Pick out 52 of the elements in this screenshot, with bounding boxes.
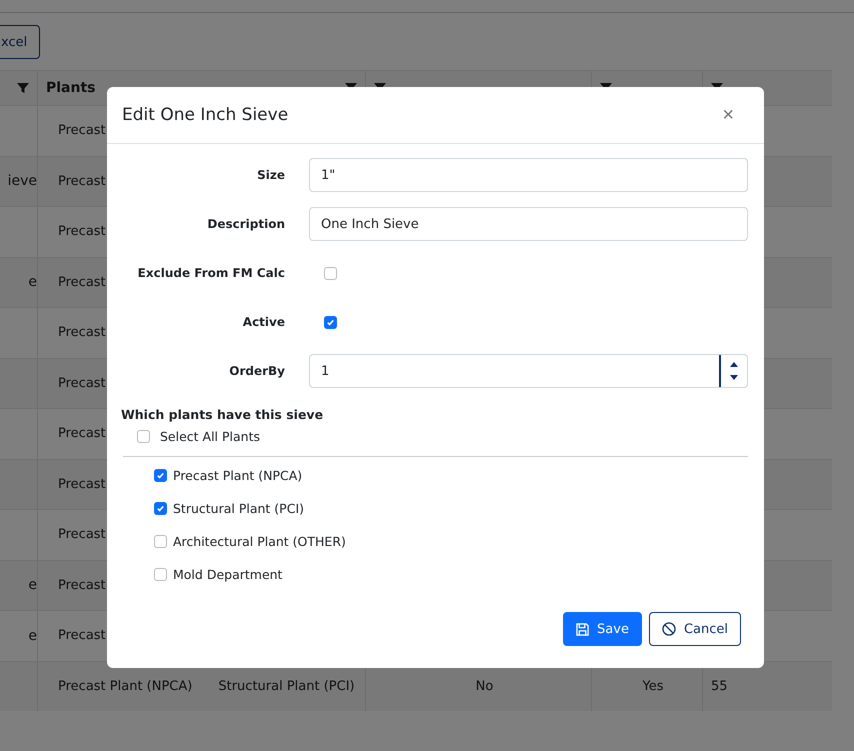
- close-button[interactable]: ×: [718, 104, 738, 126]
- cancel-button[interactable]: Cancel: [648, 612, 741, 646]
- export-excel-button[interactable]: xcel: [0, 25, 40, 59]
- table-cell: Precast: [58, 325, 106, 340]
- table-cell: Yes: [642, 678, 664, 694]
- table-cell: e: [28, 628, 37, 644]
- checkbox[interactable]: [154, 568, 167, 580]
- filter-icon[interactable]: [17, 82, 29, 94]
- table-cell: ieve: [8, 173, 37, 190]
- table-cell: Precast: [58, 376, 106, 391]
- field-label: Exclude From FM Calc: [136, 266, 285, 280]
- table-cell: e: [28, 274, 37, 290]
- number-field[interactable]: 1: [309, 354, 748, 388]
- checkbox-label: Select All Plants: [160, 428, 260, 444]
- text-field[interactable]: One Inch Sieve: [309, 207, 748, 241]
- dialog-title: Edit One Inch Sieve: [122, 105, 288, 125]
- checkbox-label: Structural Plant (PCI): [173, 500, 304, 516]
- column-header: Plants: [46, 80, 96, 96]
- checkmark-icon: [156, 470, 165, 480]
- table-cell: Precast: [58, 123, 106, 138]
- checkbox[interactable]: [154, 468, 167, 482]
- table-cell: Precast Plant (NPCA): [58, 678, 192, 694]
- field-label: Description: [206, 217, 285, 231]
- table-cell: 55: [711, 678, 728, 694]
- checkmark-icon: [156, 504, 165, 512]
- table-cell: Precast: [58, 476, 106, 492]
- checkbox-label: Precast Plant (NPCA): [173, 468, 302, 482]
- table-cell: Precast: [58, 274, 106, 290]
- section-heading: Which plants have this sieve: [121, 407, 324, 422]
- table-cell: No: [476, 678, 494, 694]
- checkbox[interactable]: [324, 266, 337, 280]
- checkbox[interactable]: [324, 316, 337, 328]
- save-button[interactable]: Save: [563, 612, 642, 646]
- field-label: OrderBy: [228, 364, 285, 378]
- field-label: Size: [256, 168, 285, 182]
- table-cell: Precast: [58, 527, 106, 542]
- table-cell: Precast: [58, 224, 106, 240]
- checkbox-label: Mold Department: [173, 566, 282, 582]
- text-field[interactable]: 1": [309, 158, 748, 192]
- checkmark-icon: [326, 318, 335, 326]
- table-cell: Precast: [58, 426, 106, 442]
- checkbox[interactable]: [154, 502, 167, 514]
- table-cell: Precast: [58, 174, 106, 189]
- prohibited-icon: [662, 622, 676, 636]
- checkbox-label: Architectural Plant (OTHER): [173, 534, 346, 548]
- table-cell: Precast: [58, 578, 106, 593]
- table-cell: e: [28, 577, 37, 594]
- checkbox[interactable]: [137, 430, 150, 442]
- field-label: Active: [242, 315, 285, 329]
- table-cell: Precast: [58, 628, 106, 644]
- checkbox[interactable]: [154, 534, 167, 548]
- table-cell: Structural Plant (PCI): [218, 678, 355, 694]
